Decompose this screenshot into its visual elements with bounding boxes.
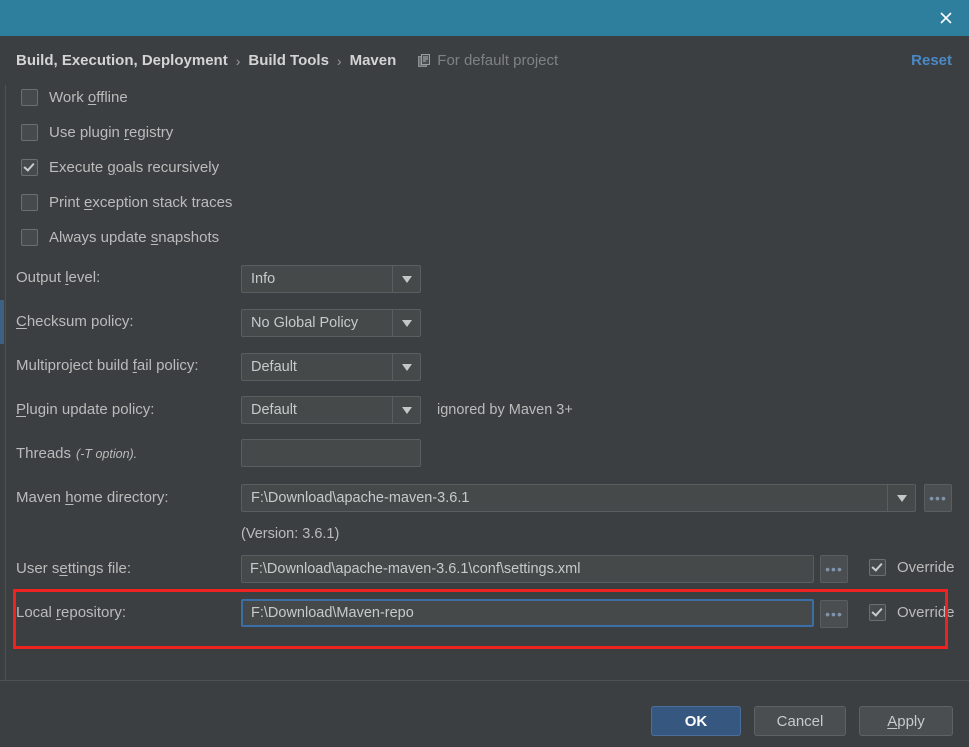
- plugin-update-policy-value: Default: [251, 402, 297, 418]
- focus-accent-bar: [0, 300, 4, 344]
- local-repository-override-label: Override: [897, 604, 955, 621]
- ellipsis-icon: •••: [825, 606, 843, 622]
- local-repository-override-checkbox[interactable]: [869, 604, 886, 621]
- breadcrumb-separator-2: ›: [336, 52, 342, 69]
- user-settings-label-row: User settings file:: [16, 560, 131, 577]
- apply-button[interactable]: Apply: [859, 706, 953, 736]
- output-level-combo[interactable]: Info: [241, 265, 421, 293]
- output-level-label: Output level:: [16, 269, 101, 286]
- maven-home-directory-label: Maven home directory:: [16, 489, 169, 506]
- plugin-update-policy-label-row: Plugin update policy:: [16, 401, 154, 418]
- user-settings-override-row[interactable]: Override: [869, 559, 955, 576]
- checksum-policy-label-row: Checksum policy:: [16, 313, 134, 330]
- project-scope-icon: [418, 54, 431, 67]
- maven-home-label-row: Maven home directory:: [16, 489, 169, 506]
- execute-goals-recursively-label: Execute goals recursively: [49, 159, 220, 176]
- breadcrumb: Build, Execution, Deployment › Build Too…: [16, 36, 558, 85]
- always-update-snapshots-label: Always update snapshots: [49, 229, 220, 246]
- ellipsis-icon: •••: [929, 490, 947, 506]
- print-exception-stack-traces-label: Print exception stack traces: [49, 194, 233, 211]
- multiproject-build-fail-policy-combo[interactable]: Default: [241, 353, 421, 381]
- dialog-footer: OK Cancel Apply: [0, 681, 969, 747]
- ellipsis-icon: •••: [825, 561, 843, 577]
- checkbox-row-execute-goals-recursively[interactable]: Execute goals recursively: [21, 159, 219, 176]
- close-icon: [940, 12, 952, 24]
- output-level-value: Info: [251, 271, 276, 287]
- always-update-snapshots-checkbox[interactable]: [21, 229, 38, 246]
- execute-goals-recursively-checkbox[interactable]: [21, 159, 38, 176]
- breadcrumb-separator-1: ›: [235, 52, 241, 69]
- dialog-header: Build, Execution, Deployment › Build Too…: [0, 36, 969, 85]
- work-offline-checkbox[interactable]: [21, 89, 38, 106]
- reset-link[interactable]: Reset: [911, 36, 952, 85]
- local-repository-override-row[interactable]: Override: [869, 604, 955, 621]
- title-bar: [0, 0, 969, 36]
- maven-home-browse-button[interactable]: •••: [924, 484, 952, 512]
- multiproject-build-fail-policy-label: Multiproject build fail policy:: [16, 357, 199, 374]
- maven-home-directory-value: F:\Download\apache-maven-3.6.1: [251, 490, 470, 506]
- chevron-down-icon[interactable]: [392, 354, 420, 380]
- user-settings-override-label: Override: [897, 559, 955, 576]
- checksum-policy-value: No Global Policy: [251, 315, 359, 331]
- scope-label: For default project: [437, 52, 559, 69]
- local-repository-browse-button[interactable]: •••: [820, 600, 848, 628]
- checkbox-row-use-plugin-registry[interactable]: Use plugin registry: [21, 124, 173, 141]
- user-settings-file-label: User settings file:: [16, 560, 132, 577]
- panel-left-rule: [5, 85, 6, 680]
- ok-button[interactable]: OK: [651, 706, 741, 736]
- local-repository-input[interactable]: F:\Download\Maven-repo: [241, 599, 814, 627]
- output-level-label-row: Output level:: [16, 269, 100, 286]
- checksum-policy-label: Checksum policy:: [16, 313, 134, 330]
- user-settings-override-checkbox[interactable]: [869, 559, 886, 576]
- user-settings-file-input[interactable]: F:\Download\apache-maven-3.6.1\conf\sett…: [241, 555, 814, 583]
- threads-label-row: Threads (-T option).: [16, 445, 137, 462]
- maven-version-note: (Version: 3.6.1): [241, 526, 340, 542]
- plugin-update-policy-label: Plugin update policy:: [16, 401, 155, 418]
- local-repository-label-row: Local repository:: [16, 604, 126, 621]
- breadcrumb-item-3[interactable]: Maven: [350, 52, 397, 69]
- checkbox-row-print-exception-stack-traces[interactable]: Print exception stack traces: [21, 194, 232, 211]
- threads-input[interactable]: [241, 439, 421, 467]
- multiproject-build-fail-policy-label-row: Multiproject build fail policy:: [16, 357, 199, 374]
- multiproject-build-fail-policy-value: Default: [251, 359, 297, 375]
- checksum-policy-combo[interactable]: No Global Policy: [241, 309, 421, 337]
- chevron-down-icon[interactable]: [887, 485, 915, 511]
- print-exception-stack-traces-checkbox[interactable]: [21, 194, 38, 211]
- threads-hint: (-T option).: [76, 446, 138, 461]
- threads-label: Threads: [16, 445, 72, 462]
- work-offline-label: Work offline: [49, 89, 128, 106]
- chevron-down-icon[interactable]: [392, 397, 420, 423]
- cancel-button[interactable]: Cancel: [754, 706, 846, 736]
- maven-home-directory-combo[interactable]: F:\Download\apache-maven-3.6.1: [241, 484, 916, 512]
- use-plugin-registry-label: Use plugin registry: [49, 124, 174, 141]
- plugin-update-policy-combo[interactable]: Default: [241, 396, 421, 424]
- apply-button-label: Apply: [887, 712, 925, 730]
- use-plugin-registry-checkbox[interactable]: [21, 124, 38, 141]
- plugin-update-policy-note: ignored by Maven 3+: [437, 402, 573, 418]
- checkbox-row-work-offline[interactable]: Work offline: [21, 89, 128, 106]
- breadcrumb-item-1[interactable]: Build, Execution, Deployment: [16, 52, 228, 69]
- user-settings-browse-button[interactable]: •••: [820, 555, 848, 583]
- local-repository-label: Local repository:: [16, 604, 127, 621]
- chevron-down-icon[interactable]: [392, 266, 420, 292]
- settings-dialog: Build, Execution, Deployment › Build Too…: [0, 0, 969, 747]
- close-button[interactable]: [923, 0, 969, 36]
- checkbox-row-always-update-snapshots[interactable]: Always update snapshots: [21, 229, 219, 246]
- breadcrumb-item-2[interactable]: Build Tools: [248, 52, 329, 69]
- scope-indicator: For default project: [418, 52, 558, 69]
- chevron-down-icon[interactable]: [392, 310, 420, 336]
